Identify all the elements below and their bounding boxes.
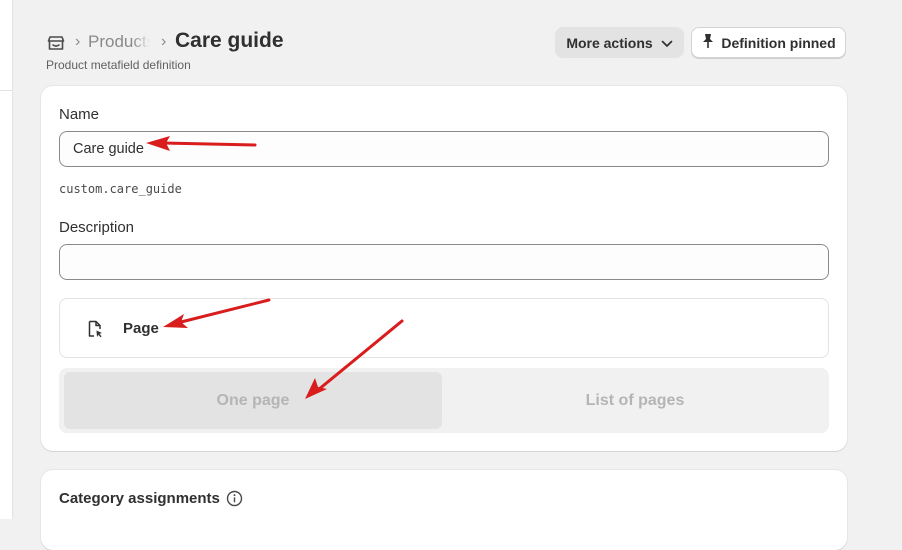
page-subtitle: Product metafield definition — [46, 58, 191, 72]
name-label: Name — [59, 106, 100, 123]
breadcrumb-separator: › — [75, 33, 81, 50]
definition-card: Name custom.care_guide Description Page … — [41, 86, 847, 451]
breadcrumb-separator: › — [161, 33, 167, 50]
one-page-option[interactable]: One page — [64, 372, 442, 429]
breadcrumb-products-link[interactable]: Products — [88, 32, 150, 52]
name-input[interactable] — [59, 131, 829, 167]
page-reference-icon — [86, 320, 104, 338]
category-assignments-card: Category assignments — [41, 470, 847, 550]
definition-pinned-button[interactable]: Definition pinned — [691, 27, 846, 58]
namespace-key: custom.care_guide — [59, 182, 182, 196]
reference-count-toggle: One page List of pages — [59, 368, 829, 433]
more-actions-button[interactable]: More actions — [555, 27, 684, 58]
description-label: Description — [59, 219, 135, 236]
definition-pinned-label: Definition pinned — [721, 34, 836, 51]
chevron-down-icon — [661, 35, 673, 51]
page-title: Care guide — [175, 29, 284, 52]
info-icon[interactable] — [226, 490, 243, 507]
type-selector[interactable]: Page — [59, 298, 829, 358]
type-label: Page — [123, 320, 159, 337]
left-rail — [0, 0, 13, 519]
store-icon[interactable] — [46, 33, 66, 53]
page-header: › Products › Care guide Product metafiel… — [46, 27, 846, 78]
pin-icon — [701, 33, 715, 52]
category-assignments-title: Category assignments — [59, 490, 220, 507]
list-of-pages-option[interactable]: List of pages — [446, 372, 824, 429]
description-input[interactable] — [59, 244, 829, 280]
more-actions-label: More actions — [566, 34, 653, 51]
left-rail-divider — [0, 90, 12, 91]
